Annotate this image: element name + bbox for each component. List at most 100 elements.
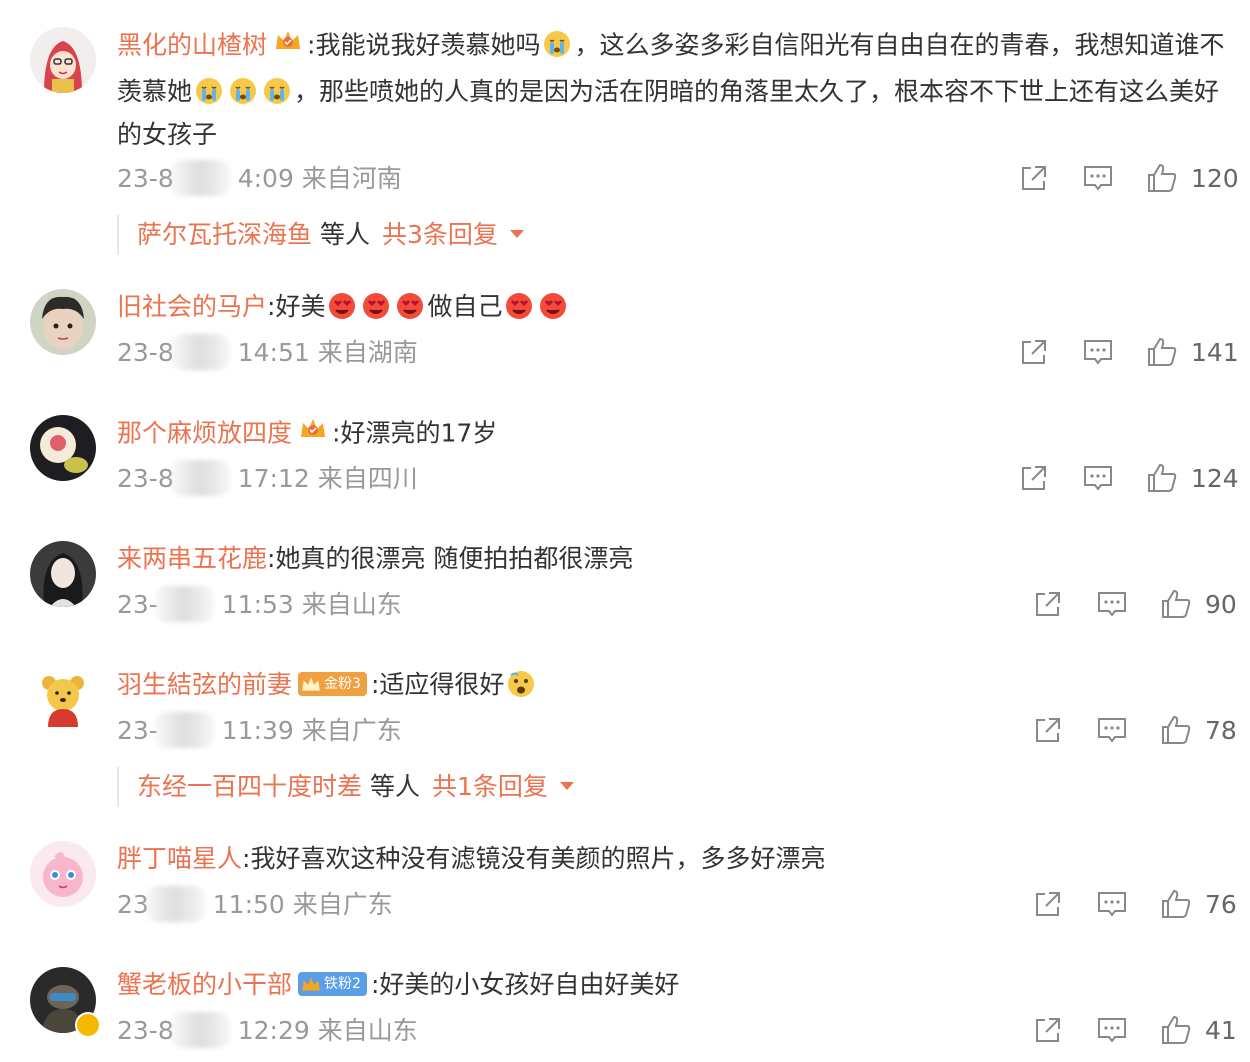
- like-icon[interactable]: [1145, 161, 1179, 195]
- date-prefix: 23-8: [117, 338, 174, 367]
- comment-icon[interactable]: [1081, 461, 1115, 495]
- avatar-child-photo: [30, 289, 96, 355]
- comment-actions: 141: [1017, 334, 1239, 370]
- reply-username[interactable]: 萨尔瓦托深海鱼: [137, 220, 312, 249]
- share-icon[interactable]: [1031, 713, 1065, 747]
- username-link[interactable]: 那个麻烦放四度: [117, 419, 292, 448]
- avatar[interactable]: [30, 27, 96, 93]
- share-icon[interactable]: [1017, 335, 1051, 369]
- comment-time: 11:53: [221, 590, 294, 619]
- crown-badge-icon: [273, 23, 303, 66]
- avatar-girl-red-hood: [30, 27, 96, 93]
- comment-meta: 23- 11:39 来自广东: [117, 712, 402, 748]
- username-link[interactable]: 来两串五花鹿: [117, 544, 267, 573]
- comment-meta: 23- 11:53 来自山东: [117, 586, 402, 622]
- blurred-date: [169, 460, 230, 496]
- like-icon[interactable]: [1159, 887, 1193, 921]
- heart-eyes-emoji-icon: [395, 291, 425, 321]
- crying-emoji-icon: [542, 29, 572, 59]
- comment-location: 来自广东: [292, 890, 393, 919]
- like-icon[interactable]: [1159, 587, 1193, 621]
- comment-meta: 23-8 4:09 来自河南: [117, 160, 402, 196]
- avatar[interactable]: [30, 667, 96, 733]
- like-count: 90: [1205, 589, 1237, 619]
- fan-badge: 金粉3: [298, 672, 367, 696]
- comment-time: 11:39: [221, 716, 294, 745]
- share-icon[interactable]: [1031, 587, 1065, 621]
- date-prefix: 23-: [117, 716, 158, 745]
- comment-icon[interactable]: [1081, 335, 1115, 369]
- share-icon[interactable]: [1031, 1013, 1065, 1047]
- comment-icon[interactable]: [1095, 587, 1129, 621]
- reply-count-link[interactable]: 共3条回复: [382, 220, 498, 249]
- fearful-emoji-icon: [506, 669, 536, 699]
- username-link[interactable]: 黑化的山楂树: [117, 31, 267, 60]
- comment-meta: 23 11:50 来自广东: [117, 886, 393, 922]
- avatar[interactable]: [30, 289, 96, 355]
- comment-location: 来自山东: [317, 1016, 418, 1045]
- comment-time: 14:51: [237, 338, 310, 367]
- comment-meta: 23-8 14:51 来自湖南: [117, 334, 418, 370]
- reply-summary[interactable]: 东经一百四十度时差 等人 共1条回复: [117, 767, 574, 807]
- comment-time: 12:29: [237, 1016, 310, 1045]
- avatar-woman-photo: [30, 541, 96, 607]
- like-count: 141: [1191, 337, 1239, 367]
- comment-icon[interactable]: [1095, 1013, 1129, 1047]
- date-prefix: 23-8: [117, 1016, 174, 1045]
- comment-body-part: :我能说我好羡慕她吗: [307, 30, 541, 60]
- avatar[interactable]: [30, 841, 96, 907]
- comment-text: 那个麻烦放四度 :好漂亮的17岁: [117, 411, 1227, 458]
- fan-badge: 铁粉2: [298, 972, 367, 996]
- comment-time: 4:09: [237, 164, 294, 193]
- comment-icon[interactable]: [1095, 887, 1129, 921]
- username-link[interactable]: 胖丁喵星人: [117, 844, 242, 873]
- like-icon[interactable]: [1145, 335, 1179, 369]
- heart-eyes-emoji-icon: [504, 291, 534, 321]
- avatar[interactable]: [30, 415, 96, 481]
- comment-body-part: :好漂亮的17岁: [332, 418, 498, 448]
- comment-location: 来自广东: [301, 716, 402, 745]
- comment-icon[interactable]: [1081, 161, 1115, 195]
- username-link[interactable]: 羽生結弦的前妻: [117, 670, 292, 699]
- username-link[interactable]: 旧社会的马户: [117, 292, 267, 321]
- heart-eyes-emoji-icon: [361, 291, 391, 321]
- reply-summary[interactable]: 萨尔瓦托深海鱼 等人 共3条回复: [117, 215, 524, 255]
- crying-emoji-icon: [228, 76, 258, 106]
- share-icon[interactable]: [1031, 887, 1065, 921]
- comment-actions: 41: [1031, 1012, 1237, 1048]
- blurred-date: [153, 712, 214, 748]
- verified-badge-icon: [75, 1012, 101, 1038]
- date-prefix: 23-8: [117, 464, 174, 493]
- reply-count-link[interactable]: 共1条回复: [432, 772, 548, 801]
- like-count: 120: [1191, 163, 1239, 193]
- reply-username[interactable]: 东经一百四十度时差: [137, 772, 362, 801]
- fan-badge-label: 金粉3: [324, 676, 361, 692]
- blurred-date: [169, 160, 230, 196]
- comment-actions: 120: [1017, 160, 1239, 196]
- blurred-date: [169, 1012, 230, 1048]
- avatar[interactable]: [30, 541, 96, 607]
- comment-body-part: :适应得很好: [370, 670, 505, 699]
- share-icon[interactable]: [1017, 461, 1051, 495]
- blurred-date: [153, 586, 214, 622]
- like-count: 41: [1205, 1015, 1237, 1045]
- crying-emoji-icon: [194, 76, 224, 106]
- share-icon[interactable]: [1017, 161, 1051, 195]
- caret-down-icon: [559, 782, 574, 790]
- like-icon[interactable]: [1145, 461, 1179, 495]
- like-icon[interactable]: [1159, 713, 1193, 747]
- reply-others-label: 等人: [370, 772, 421, 801]
- comment-time: 11:50: [212, 890, 285, 919]
- comment-text: 来两串五花鹿:她真的很漂亮 随便拍拍都很漂亮: [117, 537, 1227, 580]
- like-icon[interactable]: [1159, 1013, 1193, 1047]
- crown-badge-icon: [300, 673, 322, 703]
- comment-text: 羽生結弦的前妻 金粉3 :适应得很好: [117, 663, 1227, 706]
- comment-body-part: :她真的很漂亮 随便拍拍都很漂亮: [267, 544, 634, 573]
- comment-icon[interactable]: [1095, 713, 1129, 747]
- like-count: 124: [1191, 463, 1239, 493]
- username-link[interactable]: 蟹老板的小干部: [117, 970, 292, 999]
- comment-text: 胖丁喵星人:我好喜欢这种没有滤镜没有美颜的照片，多多好漂亮: [117, 837, 1227, 880]
- crown-badge-icon: [298, 411, 328, 454]
- date-prefix: 23-8: [117, 164, 174, 193]
- like-count: 78: [1205, 715, 1237, 745]
